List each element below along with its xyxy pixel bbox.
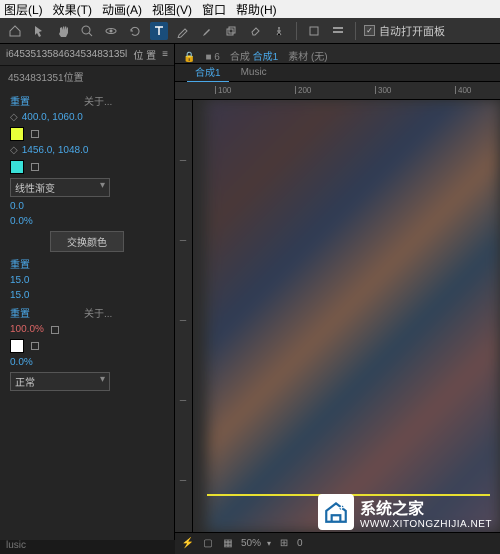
value-3[interactable]: 15.0 xyxy=(10,275,29,286)
type-tool-icon[interactable] xyxy=(150,22,168,40)
selection-tool-icon[interactable] xyxy=(30,22,48,40)
hand-tool-icon[interactable] xyxy=(54,22,72,40)
sub-id: 4534831351位置 xyxy=(0,66,174,87)
footage-label: 素材 (无) xyxy=(284,48,331,63)
viewer-subtabs: 合成1 Music xyxy=(175,64,500,82)
zoom-value[interactable]: 50% xyxy=(241,538,261,549)
mode-dropdown[interactable]: 正常 xyxy=(10,372,110,391)
rotate-tool-icon[interactable] xyxy=(126,22,144,40)
position-1-value[interactable]: 400.0, 1060.0 xyxy=(22,112,83,123)
menu-help[interactable]: 帮助(H) xyxy=(236,1,277,18)
value-1[interactable]: 0.0 xyxy=(10,201,24,212)
color-swatch-2[interactable] xyxy=(10,160,24,174)
viewer-tabs: 🔒 ■ 6 合成 合成1 素材 (无) xyxy=(175,44,500,64)
tab-comp1[interactable]: 合成1 xyxy=(187,62,229,83)
menu-effect[interactable]: 效果(T) xyxy=(53,1,92,18)
magnify-icon[interactable]: ⚡ xyxy=(181,537,195,551)
value-row[interactable]: 100.0% xyxy=(0,322,174,337)
color-swatch-3[interactable] xyxy=(10,339,24,353)
swap-colors-button[interactable]: 交换颜色 xyxy=(50,231,124,252)
value-row[interactable]: 15.0 xyxy=(0,273,174,288)
keyframe-icon[interactable]: ◇ xyxy=(10,112,18,123)
composition-viewer: 🔒 ■ 6 合成 合成1 素材 (无) 合成1 Music 100 200 30… xyxy=(175,44,500,554)
link-icon[interactable] xyxy=(51,326,59,334)
menu-layer[interactable]: 图层(L) xyxy=(4,1,43,18)
comp-label: 合成 合成1 xyxy=(226,48,282,63)
position-2-row[interactable]: ◇ 1456.0, 1048.0 xyxy=(0,143,174,158)
effect-header-1[interactable]: 重置 关于... xyxy=(0,91,174,110)
effect-controls-panel: i645351358463453483135l 位 置 ≡ 4534831351… xyxy=(0,44,175,554)
position-2-value[interactable]: 1456.0, 1048.0 xyxy=(22,145,89,156)
eyedropper-icon[interactable] xyxy=(31,130,39,138)
ruler-horizontal: 100 200 300 400 xyxy=(175,82,500,100)
shape-tool-icon[interactable] xyxy=(305,22,323,40)
position-1-row[interactable]: ◇ 400.0, 1060.0 xyxy=(0,110,174,125)
eyedropper-icon[interactable] xyxy=(31,342,39,350)
options-icon[interactable] xyxy=(329,22,347,40)
reset-link[interactable]: 重置 xyxy=(10,93,80,108)
puppet-tool-icon[interactable] xyxy=(270,22,288,40)
value-6[interactable]: 0.0% xyxy=(10,357,33,368)
color-3-row[interactable] xyxy=(0,337,174,355)
pen-tool-icon[interactable] xyxy=(174,22,192,40)
brush-tool-icon[interactable] xyxy=(198,22,216,40)
orbit-tool-icon[interactable] xyxy=(102,22,120,40)
canvas[interactable] xyxy=(193,100,500,532)
separator xyxy=(296,22,297,40)
value-2[interactable]: 0.0% xyxy=(10,216,33,227)
property-name: 位 置 xyxy=(133,47,156,62)
menu-animation[interactable]: 动画(A) xyxy=(102,1,142,18)
display-icon[interactable]: ▢ xyxy=(201,537,215,551)
eyedropper-icon[interactable] xyxy=(31,163,39,171)
value-row[interactable]: 0.0 xyxy=(0,199,174,214)
value-row[interactable]: 0.0% xyxy=(0,214,174,229)
viewer-footer: ⚡ ▢ ▦ 50% ▾ ⊞ 0 xyxy=(175,532,500,554)
color-swatch-1[interactable] xyxy=(10,127,24,141)
checkbox-icon: ✓ xyxy=(364,25,375,36)
grid-icon[interactable]: ▦ xyxy=(221,537,235,551)
keyframe-icon[interactable]: ◇ xyxy=(10,145,18,156)
menu-window[interactable]: 窗口 xyxy=(202,1,226,18)
clone-tool-icon[interactable] xyxy=(222,22,240,40)
value-row[interactable]: 0.0% xyxy=(0,355,174,370)
eraser-tool-icon[interactable] xyxy=(246,22,264,40)
panel-menu-icon[interactable]: ≡ xyxy=(162,49,168,60)
status-bar: lusic xyxy=(0,540,175,554)
viewport xyxy=(175,100,500,532)
reset-link[interactable]: 重置 xyxy=(10,256,80,271)
value-5[interactable]: 100.0% xyxy=(10,324,44,335)
layer-id: i645351358463453483135l xyxy=(6,49,127,60)
zoom-tool-icon[interactable] xyxy=(78,22,96,40)
auto-open-label: 自动打开面板 xyxy=(379,23,445,39)
blend-mode-row[interactable]: 线性渐变 xyxy=(0,176,174,199)
swap-colors-row[interactable]: 交换颜色 xyxy=(0,229,174,254)
toolbar: ✓ 自动打开面板 xyxy=(0,18,500,44)
effect-header-2[interactable]: 重置 xyxy=(0,254,174,273)
about-link[interactable]: 关于... xyxy=(84,305,164,320)
blend-dropdown[interactable]: 线性渐变 xyxy=(10,178,110,197)
color-1-row[interactable] xyxy=(0,125,174,143)
composition-preview xyxy=(207,100,500,532)
ruler-vertical xyxy=(175,100,193,532)
reset-link[interactable]: 重置 xyxy=(10,305,80,320)
auto-open-checkbox[interactable]: ✓ 自动打开面板 xyxy=(364,23,445,39)
value-4[interactable]: 15.0 xyxy=(10,290,29,301)
res-icon[interactable]: ⊞ xyxy=(277,537,291,551)
color-2-row[interactable] xyxy=(0,158,174,176)
panel-header: i645351358463453483135l 位 置 ≡ xyxy=(0,44,174,66)
home-tool-icon[interactable] xyxy=(6,22,24,40)
effect-header-3[interactable]: 重置 关于... xyxy=(0,303,174,322)
about-link[interactable]: 关于... xyxy=(84,93,164,108)
tab-music[interactable]: Music xyxy=(233,65,275,80)
mode-row[interactable]: 正常 xyxy=(0,370,174,393)
menu-bar: 图层(L) 效果(T) 动画(A) 视图(V) 窗口 帮助(H) xyxy=(0,0,500,18)
value-row[interactable]: 15.0 xyxy=(0,288,174,303)
separator xyxy=(355,22,356,40)
menu-view[interactable]: 视图(V) xyxy=(152,1,192,18)
time-value[interactable]: 0 xyxy=(297,538,303,549)
